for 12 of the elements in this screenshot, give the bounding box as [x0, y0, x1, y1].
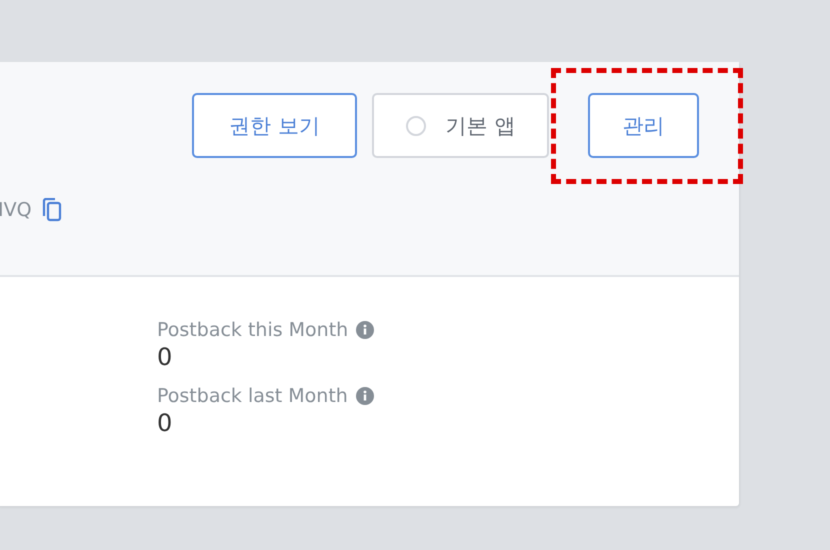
stat-label: Postback this Month: [157, 319, 348, 341]
info-icon: [356, 387, 374, 405]
stat-value: 0: [157, 343, 174, 371]
app-id: IVQ: [0, 199, 32, 221]
stat-label: Postback last Month: [157, 385, 348, 407]
action-button[interactable]: 권한 보기: [192, 93, 357, 158]
action-button[interactable]: 관리: [588, 93, 699, 158]
info-icon: [356, 321, 374, 339]
stat-value: 0: [157, 409, 174, 437]
radio-icon: [406, 116, 426, 136]
default-app-toggle[interactable]: 기본 앱: [372, 93, 549, 158]
copy-icon[interactable]: [42, 198, 62, 222]
